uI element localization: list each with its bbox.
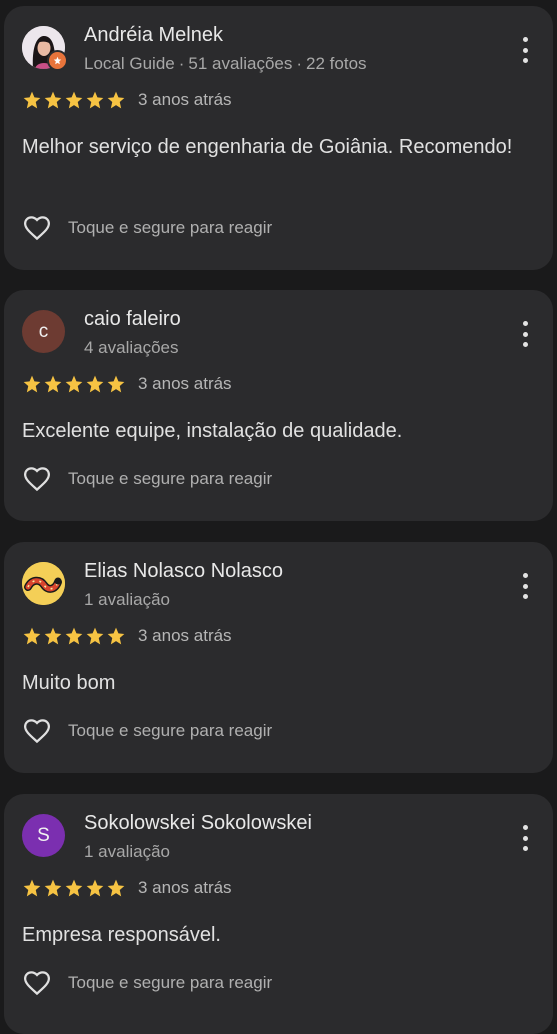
avatar[interactable]: S	[22, 814, 65, 857]
more-vert-icon[interactable]	[521, 825, 529, 851]
review-count: 4 avaliações	[84, 338, 179, 357]
star-icon	[86, 91, 104, 109]
review-time: 3 anos atrás	[138, 90, 232, 109]
star-icon	[23, 91, 41, 109]
avatar-initial: S	[37, 824, 50, 846]
star-icon	[23, 627, 41, 645]
star-icon	[65, 879, 83, 897]
heart-outline-icon	[23, 971, 51, 996]
star-icon	[44, 91, 62, 109]
star-icon	[44, 375, 62, 393]
star-icon	[23, 879, 41, 897]
avatar[interactable]: c	[22, 310, 65, 353]
avatar-initial: c	[38, 320, 49, 342]
review-time: 3 anos atrás	[138, 878, 232, 897]
rating-row: 3 anos atrás	[22, 374, 232, 394]
review-card: Andréia Melnek Local Guide · 51 avaliações…	[4, 6, 553, 270]
heart-outline-icon	[23, 467, 51, 492]
react-label: Toque e segure para reagir	[68, 721, 273, 740]
star-icon	[86, 375, 104, 393]
more-vert-icon[interactable]	[521, 573, 529, 599]
star-icon	[107, 879, 125, 897]
review-count: 1 avaliação	[84, 842, 171, 861]
star-rating	[22, 374, 126, 394]
avatar[interactable]	[22, 26, 68, 71]
reviewer-meta: 1 avaliação	[84, 590, 170, 610]
react-button[interactable]: Toque e segure para reagir	[20, 464, 272, 494]
react-label: Toque e segure para reagir	[68, 218, 273, 237]
review-count: 51 avaliações	[188, 54, 293, 73]
star-icon	[23, 375, 41, 393]
review-time: 3 anos atrás	[138, 626, 232, 645]
review-text: Melhor serviço de engenharia de Goiânia.…	[22, 136, 513, 158]
review-text: Muito bom	[22, 672, 116, 694]
react-label: Toque e segure para reagir	[68, 973, 273, 992]
star-rating	[22, 90, 126, 110]
more-vert-icon[interactable]	[521, 321, 529, 347]
photo-count: 22 fotos	[306, 54, 367, 73]
heart-outline-icon	[23, 719, 51, 744]
react-label: Toque e segure para reagir	[68, 469, 273, 488]
local-guide-label: Local Guide	[84, 54, 175, 73]
snake-avatar-icon	[22, 562, 65, 605]
reviewer-meta: Local Guide · 51 avaliações · 22 fotos	[84, 54, 367, 73]
reviewer-name[interactable]: Andréia Melnek	[84, 24, 223, 47]
review-card: S Sokolowskei Sokolowskei 1 avaliação 3 …	[4, 794, 553, 1034]
rating-row: 3 anos atrás	[22, 90, 232, 110]
react-button[interactable]: Toque e segure para reagir	[20, 213, 272, 243]
rating-row: 3 anos atrás	[22, 878, 232, 898]
heart-outline-icon	[23, 216, 51, 241]
more-vert-icon[interactable]	[521, 37, 529, 63]
reviewer-name[interactable]: caio faleiro	[84, 308, 181, 331]
star-icon	[44, 627, 62, 645]
review-text: Excelente equipe, instalação de qualidad…	[22, 420, 403, 442]
star-icon	[107, 627, 125, 645]
star-icon	[65, 91, 83, 109]
avatar[interactable]	[22, 562, 65, 605]
review-time: 3 anos atrás	[138, 374, 232, 393]
star-icon	[65, 627, 83, 645]
star-rating	[22, 878, 126, 898]
review-count: 1 avaliação	[84, 590, 171, 609]
review-card: c caio faleiro 4 avaliações 3 anos atrás…	[4, 290, 553, 521]
review-card: Elias Nolasco Nolasco 1 avaliação 3 anos…	[4, 542, 553, 773]
local-guide-badge-icon	[47, 50, 68, 71]
reviewer-meta: 4 avaliações	[84, 338, 179, 358]
star-icon	[86, 627, 104, 645]
star-icon	[65, 375, 83, 393]
reviewer-name[interactable]: Elias Nolasco Nolasco	[84, 560, 283, 583]
star-icon	[107, 375, 125, 393]
react-button[interactable]: Toque e segure para reagir	[20, 716, 272, 746]
react-button[interactable]: Toque e segure para reagir	[20, 968, 272, 998]
reviewer-meta: 1 avaliação	[84, 842, 170, 862]
reviewer-name[interactable]: Sokolowskei Sokolowskei	[84, 812, 312, 835]
star-icon	[107, 91, 125, 109]
rating-row: 3 anos atrás	[22, 626, 232, 646]
star-icon	[86, 879, 104, 897]
star-icon	[44, 879, 62, 897]
review-text: Empresa responsável.	[22, 924, 221, 946]
star-rating	[22, 626, 126, 646]
